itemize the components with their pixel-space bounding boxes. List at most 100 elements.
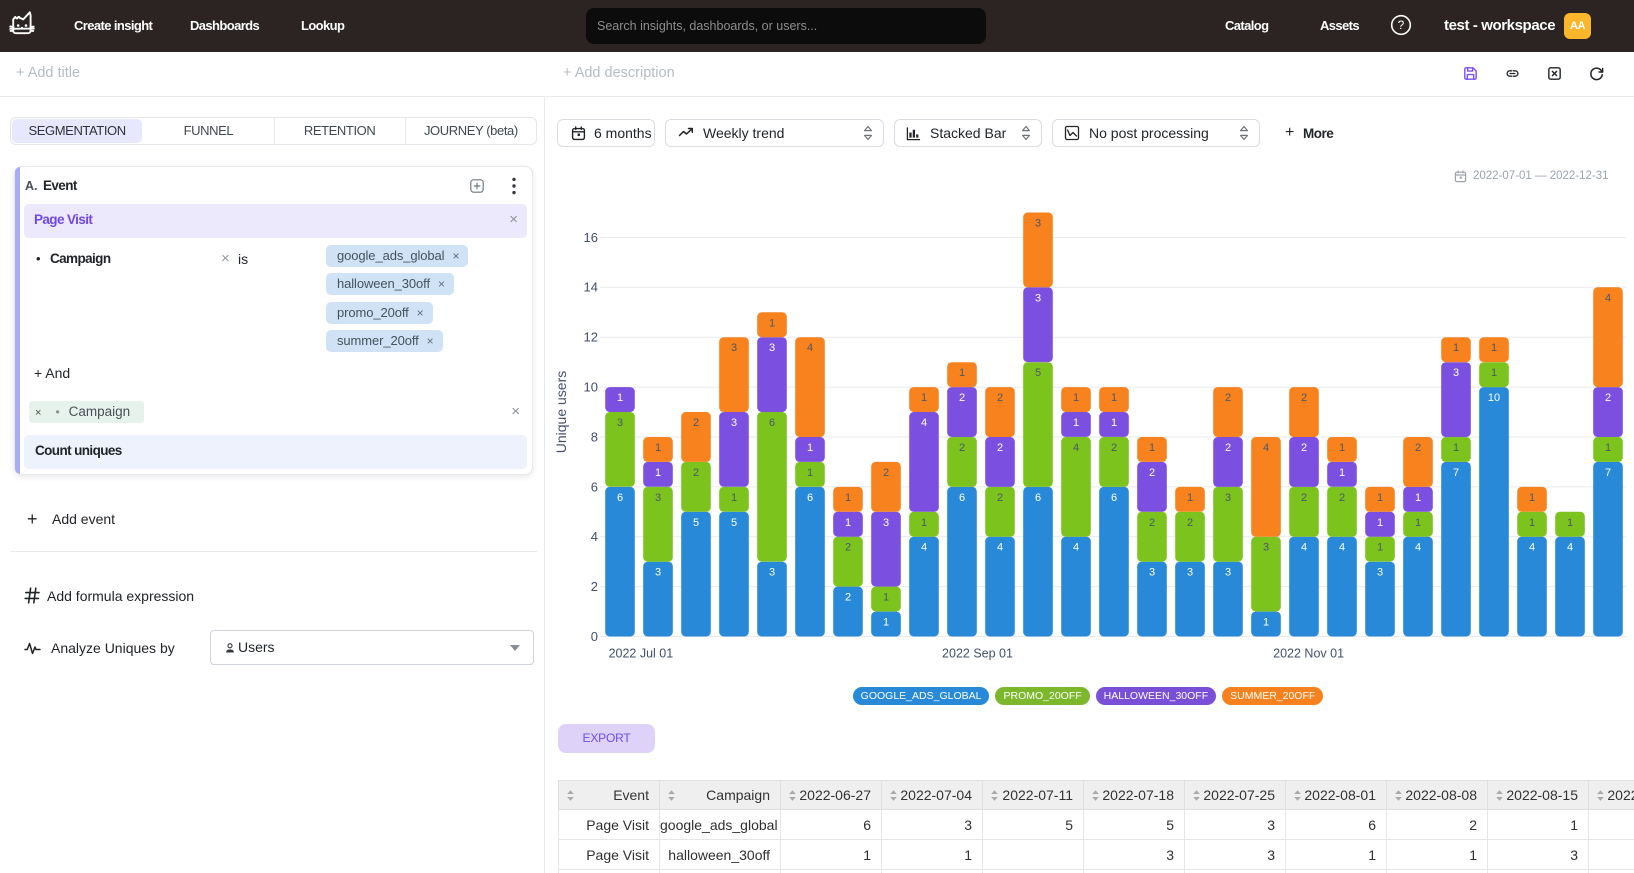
svg-text:4: 4 [807, 342, 813, 354]
svg-text:4: 4 [921, 417, 927, 429]
svg-text:1: 1 [883, 592, 889, 604]
svg-text:1: 1 [1111, 392, 1117, 404]
svg-text:6: 6 [1111, 492, 1117, 504]
svg-text:2: 2 [959, 392, 965, 404]
svg-text:7: 7 [1605, 467, 1611, 479]
svg-text:4: 4 [1339, 542, 1345, 554]
svg-text:1: 1 [1149, 442, 1155, 454]
svg-text:1: 1 [769, 317, 775, 329]
svg-text:2022 Jul 01: 2022 Jul 01 [609, 647, 674, 661]
svg-text:1: 1 [655, 467, 661, 479]
svg-text:1: 1 [1491, 342, 1497, 354]
svg-text:2: 2 [693, 467, 699, 479]
svg-text:1: 1 [921, 517, 927, 529]
svg-text:6: 6 [617, 492, 623, 504]
svg-text:4: 4 [1073, 442, 1079, 454]
svg-text:6: 6 [1035, 492, 1041, 504]
svg-text:1: 1 [1415, 517, 1421, 529]
svg-text:2: 2 [1301, 392, 1307, 404]
svg-text:3: 3 [731, 417, 737, 429]
svg-text:1: 1 [1605, 442, 1611, 454]
svg-text:2: 2 [591, 579, 598, 594]
svg-text:2: 2 [1605, 392, 1611, 404]
svg-text:3: 3 [655, 492, 661, 504]
svg-text:1: 1 [1073, 417, 1079, 429]
svg-text:2: 2 [997, 442, 1003, 454]
svg-text:1: 1 [921, 392, 927, 404]
svg-text:8: 8 [591, 429, 598, 444]
svg-text:4: 4 [997, 542, 1003, 554]
svg-text:Unique users: Unique users [553, 371, 569, 454]
svg-text:1: 1 [1415, 492, 1421, 504]
svg-text:1: 1 [1111, 417, 1117, 429]
svg-text:2: 2 [1415, 442, 1421, 454]
svg-text:3: 3 [1377, 567, 1383, 579]
svg-text:3: 3 [731, 342, 737, 354]
svg-text:3: 3 [1035, 292, 1041, 304]
svg-text:1: 1 [1073, 392, 1079, 404]
svg-text:4: 4 [1605, 292, 1611, 304]
svg-text:12: 12 [584, 330, 598, 345]
svg-text:2: 2 [845, 542, 851, 554]
svg-text:3: 3 [655, 567, 661, 579]
svg-text:2: 2 [883, 467, 889, 479]
svg-text:6: 6 [591, 479, 598, 494]
svg-text:5: 5 [693, 517, 699, 529]
svg-text:5: 5 [731, 517, 737, 529]
svg-text:2022 Sep 01: 2022 Sep 01 [942, 647, 1013, 661]
svg-text:4: 4 [1567, 542, 1573, 554]
svg-text:3: 3 [769, 342, 775, 354]
svg-text:1: 1 [655, 442, 661, 454]
svg-text:2: 2 [959, 442, 965, 454]
svg-text:7: 7 [1453, 467, 1459, 479]
svg-text:1: 1 [845, 492, 851, 504]
svg-text:10: 10 [1488, 392, 1500, 404]
svg-text:2: 2 [1301, 492, 1307, 504]
svg-text:1: 1 [1377, 517, 1383, 529]
svg-text:4: 4 [1415, 542, 1421, 554]
svg-text:1: 1 [1377, 542, 1383, 554]
svg-text:1: 1 [1529, 517, 1535, 529]
svg-text:3: 3 [1263, 542, 1269, 554]
svg-text:2: 2 [997, 492, 1003, 504]
svg-text:?: ? [1398, 18, 1405, 32]
svg-text:3: 3 [1149, 567, 1155, 579]
svg-text:5: 5 [1035, 367, 1041, 379]
svg-text:2: 2 [693, 417, 699, 429]
svg-text:2: 2 [1301, 442, 1307, 454]
svg-text:10: 10 [584, 380, 598, 395]
svg-text:1: 1 [1453, 442, 1459, 454]
svg-text:3: 3 [769, 567, 775, 579]
svg-text:1: 1 [845, 517, 851, 529]
svg-text:1: 1 [1263, 617, 1269, 629]
svg-text:4: 4 [591, 529, 598, 544]
svg-text:16: 16 [584, 230, 598, 245]
svg-text:2: 2 [1225, 442, 1231, 454]
svg-text:3: 3 [883, 517, 889, 529]
svg-text:6: 6 [769, 417, 775, 429]
svg-text:2: 2 [997, 392, 1003, 404]
svg-text:2022 Nov 01: 2022 Nov 01 [1273, 647, 1344, 661]
svg-text:4: 4 [1263, 442, 1269, 454]
svg-text:14: 14 [584, 280, 598, 295]
svg-text:2: 2 [1225, 392, 1231, 404]
svg-text:4: 4 [1529, 542, 1535, 554]
svg-text:1: 1 [1339, 467, 1345, 479]
svg-text:1: 1 [1453, 342, 1459, 354]
svg-text:1: 1 [1339, 442, 1345, 454]
svg-text:6: 6 [959, 492, 965, 504]
svg-text:2: 2 [1339, 492, 1345, 504]
svg-text:2: 2 [845, 592, 851, 604]
svg-text:3: 3 [1187, 567, 1193, 579]
svg-text:4: 4 [1301, 542, 1307, 554]
svg-text:4: 4 [921, 542, 927, 554]
svg-text:3: 3 [1453, 367, 1459, 379]
svg-text:2: 2 [1111, 442, 1117, 454]
svg-text:2: 2 [1149, 517, 1155, 529]
svg-text:2: 2 [1187, 517, 1193, 529]
svg-text:1: 1 [959, 367, 965, 379]
svg-text:2: 2 [1149, 467, 1155, 479]
svg-text:0: 0 [591, 629, 598, 644]
svg-text:1: 1 [617, 392, 623, 404]
svg-text:1: 1 [1567, 517, 1573, 529]
